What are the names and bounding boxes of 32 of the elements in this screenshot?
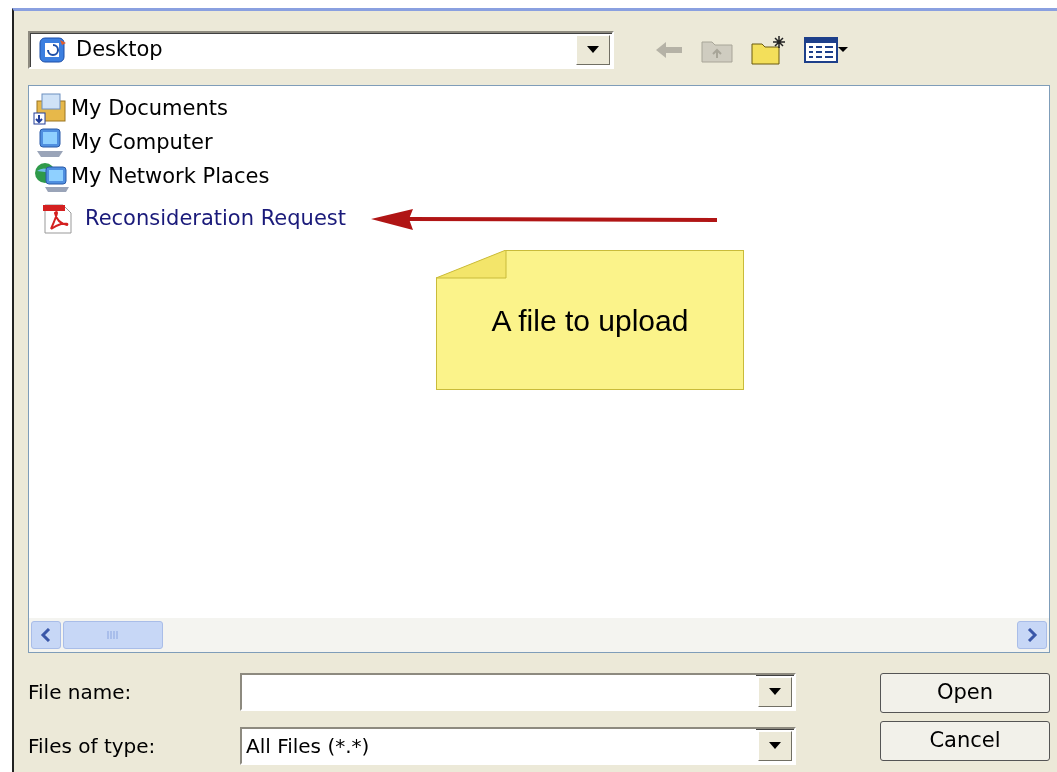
look-in-dropdown[interactable]: Desktop bbox=[28, 31, 614, 69]
file-name-field[interactable] bbox=[242, 675, 756, 709]
cancel-button[interactable]: Cancel bbox=[880, 721, 1050, 761]
chevron-left-icon bbox=[40, 628, 52, 642]
folded-corner-icon bbox=[436, 250, 508, 280]
look-in-value: Desktop bbox=[76, 36, 164, 64]
file-name-label: File name: bbox=[28, 679, 133, 706]
callout-note: A file to upload bbox=[436, 250, 744, 390]
new-folder-icon[interactable] bbox=[750, 34, 788, 66]
caret-icon bbox=[769, 742, 781, 750]
view-menu-icon[interactable] bbox=[804, 36, 848, 64]
scroll-right-button[interactable] bbox=[1017, 621, 1047, 649]
file-item[interactable]: My Network Places bbox=[71, 161, 270, 193]
file-item[interactable]: My Computer bbox=[71, 127, 213, 159]
chevron-right-icon bbox=[1026, 628, 1038, 642]
network-computer-icon bbox=[33, 161, 69, 193]
file-type-combo-box[interactable]: All Files (*.*) bbox=[240, 727, 796, 765]
file-item[interactable]: Reconsideration Request bbox=[85, 203, 346, 235]
caret-icon bbox=[587, 46, 599, 54]
dropdown-button[interactable] bbox=[576, 35, 610, 65]
dropdown-button[interactable] bbox=[758, 677, 792, 707]
horizontal-scrollbar[interactable] bbox=[29, 618, 1049, 652]
documents-folder-icon bbox=[33, 93, 69, 125]
open-button[interactable]: Open bbox=[880, 673, 1050, 713]
file-item[interactable]: My Documents bbox=[71, 93, 228, 125]
file-type-field[interactable]: All Files (*.*) bbox=[242, 729, 756, 763]
scroll-left-button[interactable] bbox=[31, 621, 61, 649]
file-type-label: Files of type: bbox=[28, 733, 157, 760]
scroll-thumb[interactable] bbox=[63, 621, 163, 649]
desktop-icon bbox=[38, 36, 68, 64]
caret-icon bbox=[769, 688, 781, 696]
dropdown-button[interactable] bbox=[758, 731, 792, 761]
